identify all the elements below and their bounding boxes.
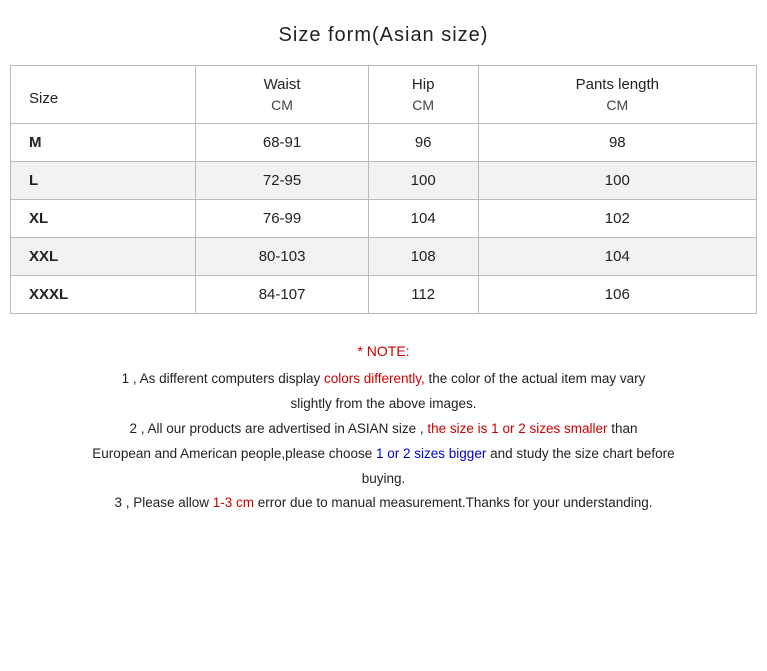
cell-size: XXXL — [11, 276, 196, 314]
note1-after: the color of the actual item may vary — [425, 371, 646, 386]
note3-red: 1-3 cm — [213, 495, 254, 510]
cell-pants: 100 — [478, 162, 756, 200]
cell-hip: 112 — [368, 276, 478, 314]
col-size-header: Size — [11, 66, 196, 124]
col-pants-header: Pants length — [478, 66, 756, 96]
note2-cont1: European and American people,please choo… — [92, 446, 376, 461]
note2-cont3: buying. — [362, 471, 406, 486]
cell-waist: 76-99 — [196, 200, 368, 238]
note1-before: 1 , As different computers display — [122, 371, 324, 386]
note2-before: 2 , All our products are advertised in A… — [130, 421, 428, 436]
cell-pants: 98 — [478, 124, 756, 162]
note1-red: colors differently, — [324, 371, 425, 386]
cell-hip: 100 — [368, 162, 478, 200]
note-title: * NOTE: — [20, 340, 747, 364]
cell-pants: 104 — [478, 238, 756, 276]
table-row: L72-95100100 — [11, 162, 757, 200]
cell-pants: 106 — [478, 276, 756, 314]
page: Size form(Asian size) Size Waist Hip Pan… — [0, 0, 767, 671]
note-line-2-cont: European and American people,please choo… — [20, 443, 747, 466]
note3-after: error due to manual measurement.Thanks f… — [254, 495, 652, 510]
note3-before: 3 , Please allow — [114, 495, 212, 510]
size-table: Size Waist Hip Pants length CM CM CM M68… — [10, 65, 757, 314]
table-row: XXXL84-107112106 — [11, 276, 757, 314]
note2-red: the size is 1 or 2 sizes smaller — [427, 421, 607, 436]
col-waist-header: Waist — [196, 66, 368, 96]
table-row: XXL80-103108104 — [11, 238, 757, 276]
note2-blue: 1 or 2 sizes bigger — [376, 446, 486, 461]
cell-size: M — [11, 124, 196, 162]
col-pants-unit: CM — [478, 95, 756, 124]
note-line-1-cont: slightly from the above images. — [20, 393, 747, 416]
cell-pants: 102 — [478, 200, 756, 238]
note1-cont: slightly from the above images. — [290, 396, 476, 411]
note-line-2: 2 , All our products are advertised in A… — [20, 418, 747, 441]
col-hip-header: Hip — [368, 66, 478, 96]
note2-than: than — [607, 421, 637, 436]
cell-hip: 108 — [368, 238, 478, 276]
col-waist-unit: CM — [196, 95, 368, 124]
cell-size: L — [11, 162, 196, 200]
page-title: Size form(Asian size) — [10, 10, 757, 65]
cell-waist: 68-91 — [196, 124, 368, 162]
cell-size: XL — [11, 200, 196, 238]
table-row: M68-919698 — [11, 124, 757, 162]
cell-waist: 72-95 — [196, 162, 368, 200]
col-hip-unit: CM — [368, 95, 478, 124]
note-line-2-buying: buying. — [20, 468, 747, 491]
cell-hip: 96 — [368, 124, 478, 162]
cell-hip: 104 — [368, 200, 478, 238]
cell-waist: 80-103 — [196, 238, 368, 276]
note-line-1: 1 , As different computers display color… — [20, 368, 747, 391]
cell-waist: 84-107 — [196, 276, 368, 314]
cell-size: XXL — [11, 238, 196, 276]
table-row: XL76-99104102 — [11, 200, 757, 238]
note2-cont2: and study the size chart before — [486, 446, 674, 461]
note-line-3: 3 , Please allow 1-3 cm error due to man… — [20, 492, 747, 515]
notes-section: * NOTE: 1 , As different computers displ… — [10, 332, 757, 515]
